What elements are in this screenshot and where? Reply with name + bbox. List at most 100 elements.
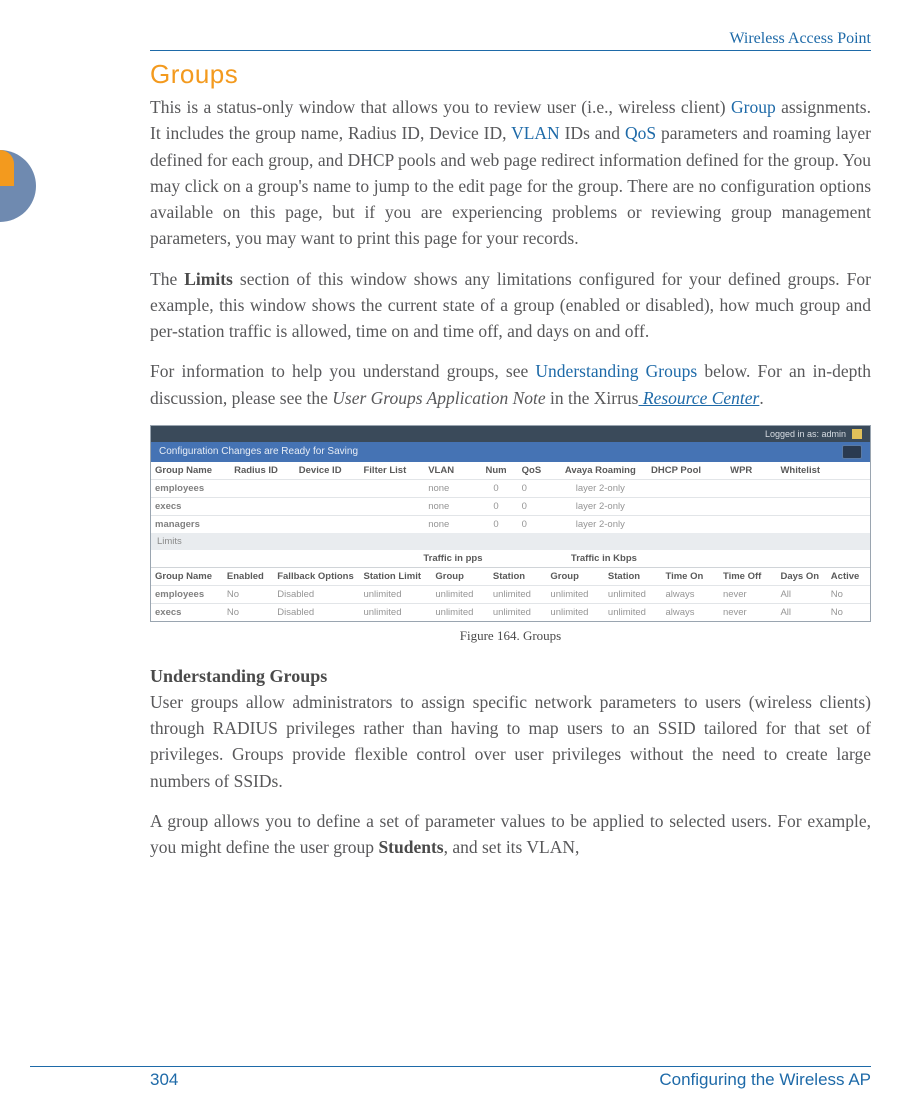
cell-dayson: All xyxy=(776,603,826,621)
col2-pps-group: Group xyxy=(431,567,489,585)
cell-active: No xyxy=(827,585,870,603)
figure-groups: Logged in as: admin Configuration Change… xyxy=(150,425,871,644)
cell-vlan: none xyxy=(424,479,474,497)
text: This is a status-only window that allows… xyxy=(150,97,731,117)
col-radius-id: Radius ID xyxy=(230,462,295,480)
col2-time-on: Time On xyxy=(661,567,719,585)
cell-group-name: employees xyxy=(151,479,230,497)
cell-g2: unlimited xyxy=(546,603,604,621)
col2-enabled: Enabled xyxy=(223,567,273,585)
col2-time-off: Time Off xyxy=(719,567,777,585)
config-banner-text: Configuration Changes are Ready for Savi… xyxy=(159,446,358,457)
understanding-paragraph-1: User groups allow administrators to assi… xyxy=(150,689,871,794)
groups-table: Group Name Radius ID Device ID Filter Li… xyxy=(151,462,870,550)
cell-fallback: Disabled xyxy=(273,603,359,621)
table-row: employees No Disabled unlimited unlimite… xyxy=(151,585,870,603)
text: section of this window shows any limitat… xyxy=(150,269,871,342)
table-row: execs none 0 0 layer 2-only xyxy=(151,497,870,515)
cell-qos: 0 xyxy=(518,515,554,533)
col-roaming: Avaya Roaming xyxy=(554,462,647,480)
cell-qos: 0 xyxy=(518,479,554,497)
text: IDs and xyxy=(560,123,625,143)
cell-name: execs xyxy=(151,603,223,621)
minimize-icon xyxy=(852,429,862,439)
cell-s2: unlimited xyxy=(604,585,662,603)
col2-kbps-station: Station xyxy=(604,567,662,585)
cell-g1: unlimited xyxy=(431,603,489,621)
cell-toff: never xyxy=(719,603,777,621)
login-label: Logged in as: admin xyxy=(765,429,846,439)
limits-table: Traffic in pps Traffic in Kbps Group Nam… xyxy=(151,550,870,621)
cell-fallback: Disabled xyxy=(273,585,359,603)
col2-station-limit: Station Limit xyxy=(359,567,431,585)
link-resource-center[interactable]: Resource Center xyxy=(639,388,760,408)
col2-fallback: Fallback Options xyxy=(273,567,359,585)
bold-limits: Limits xyxy=(184,269,233,289)
cell-name: employees xyxy=(151,585,223,603)
limits-paragraph: The Limits section of this window shows … xyxy=(150,266,871,345)
col2-pps-station: Station xyxy=(489,567,547,585)
col-dhcp: DHCP Pool xyxy=(647,462,726,480)
cell-num: 0 xyxy=(475,497,518,515)
link-qos[interactable]: QoS xyxy=(625,123,656,143)
limits-divider: Limits xyxy=(151,533,870,550)
col-qos: QoS xyxy=(518,462,554,480)
cell-dayson: All xyxy=(776,585,826,603)
cell-ton: always xyxy=(661,585,719,603)
cell-num: 0 xyxy=(475,515,518,533)
col2-kbps-group: Group xyxy=(546,567,604,585)
cell-group-name: managers xyxy=(151,515,230,533)
side-tab-decoration xyxy=(0,150,36,222)
text: The xyxy=(150,269,184,289)
figure-login-bar: Logged in as: admin xyxy=(151,426,870,442)
col-group-name: Group Name xyxy=(151,462,230,480)
cell-enabled: No xyxy=(223,585,273,603)
cell-roam: layer 2-only xyxy=(554,515,647,533)
col-vlan: VLAN xyxy=(424,462,474,480)
cell-active: No xyxy=(827,603,870,621)
subhead-kbps: Traffic in Kbps xyxy=(546,550,661,568)
limits-label: Limits xyxy=(151,533,870,550)
subhead-pps: Traffic in pps xyxy=(359,550,546,568)
text: For information to help you understand g… xyxy=(150,361,535,381)
cell-ton: always xyxy=(661,603,719,621)
bold-students: Students xyxy=(378,837,443,857)
page-footer: 304 Configuring the Wireless AP xyxy=(30,1066,871,1090)
link-group[interactable]: Group xyxy=(731,97,776,117)
cell-qos: 0 xyxy=(518,497,554,515)
intro-paragraph: This is a status-only window that allows… xyxy=(150,94,871,252)
save-icon xyxy=(842,445,862,459)
link-vlan[interactable]: VLAN xyxy=(511,123,560,143)
cell-vlan: none xyxy=(424,515,474,533)
col2-group-name: Group Name xyxy=(151,567,223,585)
footer-section-title: Configuring the Wireless AP xyxy=(659,1070,871,1090)
cell-vlan: none xyxy=(424,497,474,515)
cell-s2: unlimited xyxy=(604,603,662,621)
text: in the Xirrus xyxy=(546,388,639,408)
cell-s1: unlimited xyxy=(489,603,547,621)
text: . xyxy=(759,388,763,408)
table-row: execs No Disabled unlimited unlimited un… xyxy=(151,603,870,621)
cell-g2: unlimited xyxy=(546,585,604,603)
col-whitelist: Whitelist xyxy=(776,462,870,480)
cell-g1: unlimited xyxy=(431,585,489,603)
cell-group-name: execs xyxy=(151,497,230,515)
col-device-id: Device ID xyxy=(295,462,360,480)
understanding-paragraph-2: A group allows you to define a set of pa… xyxy=(150,808,871,861)
running-header: Wireless Access Point xyxy=(150,30,871,51)
cell-roam: layer 2-only xyxy=(554,497,647,515)
cell-toff: never xyxy=(719,585,777,603)
section-heading-groups: Groups xyxy=(150,59,871,90)
italic-appnote: User Groups Application Note xyxy=(332,388,545,408)
col-wpr: WPR xyxy=(726,462,776,480)
figure-caption: Figure 164. Groups xyxy=(150,628,871,644)
see-also-paragraph: For information to help you understand g… xyxy=(150,358,871,411)
table-row: employees none 0 0 layer 2-only xyxy=(151,479,870,497)
link-understanding-groups[interactable]: Understanding Groups xyxy=(535,361,697,381)
figure-config-banner: Configuration Changes are Ready for Savi… xyxy=(151,442,870,462)
table-row: managers none 0 0 layer 2-only xyxy=(151,515,870,533)
col2-active: Active xyxy=(827,567,870,585)
col2-days-on: Days On xyxy=(776,567,826,585)
cell-enabled: No xyxy=(223,603,273,621)
cell-sl: unlimited xyxy=(359,603,431,621)
